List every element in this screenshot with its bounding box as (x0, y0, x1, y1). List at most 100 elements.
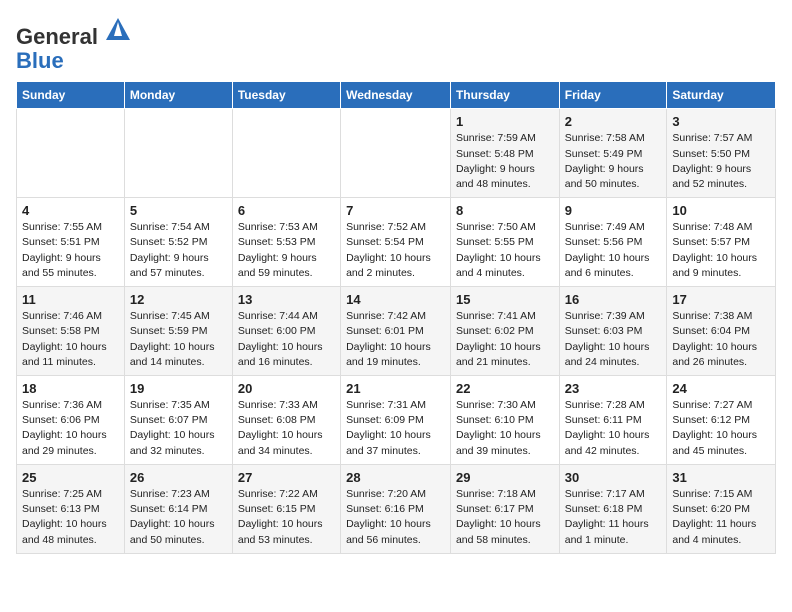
day-number: 7 (346, 203, 445, 218)
calendar-cell: 18 Sunrise: 7:36 AM Sunset: 6:06 PM Dayli… (17, 376, 125, 465)
calendar-cell: 17 Sunrise: 7:38 AM Sunset: 6:04 PM Dayli… (667, 287, 776, 376)
day-number: 20 (238, 381, 335, 396)
day-number: 10 (672, 203, 770, 218)
calendar-cell: 28 Sunrise: 7:20 AM Sunset: 6:16 PM Dayli… (341, 464, 451, 553)
calendar-week-row: 11 Sunrise: 7:46 AM Sunset: 5:58 PM Dayli… (17, 287, 776, 376)
calendar-table: SundayMondayTuesdayWednesdayThursdayFrid… (16, 81, 776, 553)
calendar-cell: 13 Sunrise: 7:44 AM Sunset: 6:00 PM Dayli… (232, 287, 340, 376)
calendar-cell: 24 Sunrise: 7:27 AM Sunset: 6:12 PM Dayli… (667, 376, 776, 465)
calendar-cell: 14 Sunrise: 7:42 AM Sunset: 6:01 PM Dayli… (341, 287, 451, 376)
day-info: Sunrise: 7:28 AM Sunset: 6:11 PM Dayligh… (565, 398, 662, 459)
weekday-header-monday: Monday (124, 82, 232, 109)
day-number: 22 (456, 381, 554, 396)
page-header: General Blue (16, 16, 776, 73)
day-number: 18 (22, 381, 119, 396)
calendar-cell: 31 Sunrise: 7:15 AM Sunset: 6:20 PM Dayli… (667, 464, 776, 553)
calendar-week-row: 25Sunrise: 7:25 AM Sunset: 6:13 PM Dayli… (17, 464, 776, 553)
weekday-header-friday: Friday (559, 82, 667, 109)
calendar-cell (124, 109, 232, 198)
calendar-cell: 2 Sunrise: 7:58 AM Sunset: 5:49 PM Daylig… (559, 109, 667, 198)
day-info: Sunrise: 7:48 AM Sunset: 5:57 PM Dayligh… (672, 220, 770, 281)
day-number: 23 (565, 381, 662, 396)
weekday-header-sunday: Sunday (17, 82, 125, 109)
day-info: Sunrise: 7:33 AM Sunset: 6:08 PM Dayligh… (238, 398, 335, 459)
calendar-cell (341, 109, 451, 198)
day-info: Sunrise: 7:42 AM Sunset: 6:01 PM Dayligh… (346, 309, 445, 370)
calendar-cell: 3 Sunrise: 7:57 AM Sunset: 5:50 PM Daylig… (667, 109, 776, 198)
calendar-cell: 16 Sunrise: 7:39 AM Sunset: 6:03 PM Dayli… (559, 287, 667, 376)
day-info: Sunrise: 7:20 AM Sunset: 6:16 PM Dayligh… (346, 487, 445, 548)
weekday-header-wednesday: Wednesday (341, 82, 451, 109)
day-number: 28 (346, 470, 445, 485)
day-number: 9 (565, 203, 662, 218)
calendar-cell: 4Sunrise: 7:55 AM Sunset: 5:51 PM Daylig… (17, 198, 125, 287)
weekday-header-saturday: Saturday (667, 82, 776, 109)
calendar-cell: 8 Sunrise: 7:50 AM Sunset: 5:55 PM Daylig… (450, 198, 559, 287)
calendar-cell: 12 Sunrise: 7:45 AM Sunset: 5:59 PM Dayli… (124, 287, 232, 376)
calendar-week-row: 4Sunrise: 7:55 AM Sunset: 5:51 PM Daylig… (17, 198, 776, 287)
day-info: Sunrise: 7:31 AM Sunset: 6:09 PM Dayligh… (346, 398, 445, 459)
day-info: Sunrise: 7:18 AM Sunset: 6:17 PM Dayligh… (456, 487, 554, 548)
day-info: Sunrise: 7:58 AM Sunset: 5:49 PM Dayligh… (565, 131, 662, 192)
calendar-cell: 19Sunrise: 7:35 AM Sunset: 6:07 PM Dayli… (124, 376, 232, 465)
day-info: Sunrise: 7:41 AM Sunset: 6:02 PM Dayligh… (456, 309, 554, 370)
logo: General Blue (16, 16, 132, 73)
calendar-cell: 15 Sunrise: 7:41 AM Sunset: 6:02 PM Dayli… (450, 287, 559, 376)
day-info: Sunrise: 7:23 AM Sunset: 6:14 PM Dayligh… (130, 487, 227, 548)
calendar-week-row: 18 Sunrise: 7:36 AM Sunset: 6:06 PM Dayli… (17, 376, 776, 465)
day-info: Sunrise: 7:36 AM Sunset: 6:06 PM Dayligh… (22, 398, 119, 459)
day-number: 13 (238, 292, 335, 307)
day-info: Sunrise: 7:39 AM Sunset: 6:03 PM Dayligh… (565, 309, 662, 370)
day-info: Sunrise: 7:30 AM Sunset: 6:10 PM Dayligh… (456, 398, 554, 459)
calendar-cell: 25Sunrise: 7:25 AM Sunset: 6:13 PM Dayli… (17, 464, 125, 553)
day-info: Sunrise: 7:38 AM Sunset: 6:04 PM Dayligh… (672, 309, 770, 370)
day-number: 19 (130, 381, 227, 396)
day-number: 15 (456, 292, 554, 307)
day-number: 8 (456, 203, 554, 218)
calendar-cell: 20 Sunrise: 7:33 AM Sunset: 6:08 PM Dayli… (232, 376, 340, 465)
day-info: Sunrise: 7:27 AM Sunset: 6:12 PM Dayligh… (672, 398, 770, 459)
calendar-cell: 27Sunrise: 7:22 AM Sunset: 6:15 PM Dayli… (232, 464, 340, 553)
day-number: 31 (672, 470, 770, 485)
day-number: 2 (565, 114, 662, 129)
day-number: 3 (672, 114, 770, 129)
weekday-header-thursday: Thursday (450, 82, 559, 109)
day-number: 16 (565, 292, 662, 307)
calendar-cell (232, 109, 340, 198)
calendar-cell: 11 Sunrise: 7:46 AM Sunset: 5:58 PM Dayli… (17, 287, 125, 376)
day-number: 27 (238, 470, 335, 485)
day-info: Sunrise: 7:44 AM Sunset: 6:00 PM Dayligh… (238, 309, 335, 370)
day-number: 24 (672, 381, 770, 396)
calendar-cell: 29Sunrise: 7:18 AM Sunset: 6:17 PM Dayli… (450, 464, 559, 553)
logo-blue: Blue (16, 48, 64, 73)
day-info: Sunrise: 7:25 AM Sunset: 6:13 PM Dayligh… (22, 487, 119, 548)
day-number: 11 (22, 292, 119, 307)
calendar-cell: 5Sunrise: 7:54 AM Sunset: 5:52 PM Daylig… (124, 198, 232, 287)
logo-general: General (16, 24, 98, 49)
day-number: 26 (130, 470, 227, 485)
calendar-cell: 21 Sunrise: 7:31 AM Sunset: 6:09 PM Dayli… (341, 376, 451, 465)
calendar-cell: 23 Sunrise: 7:28 AM Sunset: 6:11 PM Dayli… (559, 376, 667, 465)
day-number: 17 (672, 292, 770, 307)
calendar-cell: 22 Sunrise: 7:30 AM Sunset: 6:10 PM Dayli… (450, 376, 559, 465)
day-info: Sunrise: 7:59 AM Sunset: 5:48 PM Dayligh… (456, 131, 554, 192)
day-info: Sunrise: 7:53 AM Sunset: 5:53 PM Dayligh… (238, 220, 335, 281)
day-info: Sunrise: 7:15 AM Sunset: 6:20 PM Dayligh… (672, 487, 770, 548)
calendar-cell: 10 Sunrise: 7:48 AM Sunset: 5:57 PM Dayli… (667, 198, 776, 287)
day-number: 21 (346, 381, 445, 396)
day-number: 1 (456, 114, 554, 129)
day-info: Sunrise: 7:50 AM Sunset: 5:55 PM Dayligh… (456, 220, 554, 281)
day-number: 12 (130, 292, 227, 307)
day-info: Sunrise: 7:46 AM Sunset: 5:58 PM Dayligh… (22, 309, 119, 370)
weekday-header-tuesday: Tuesday (232, 82, 340, 109)
day-info: Sunrise: 7:57 AM Sunset: 5:50 PM Dayligh… (672, 131, 770, 192)
calendar-week-row: 1 Sunrise: 7:59 AM Sunset: 5:48 PM Daylig… (17, 109, 776, 198)
day-info: Sunrise: 7:17 AM Sunset: 6:18 PM Dayligh… (565, 487, 662, 548)
logo-icon (104, 16, 132, 44)
day-info: Sunrise: 7:55 AM Sunset: 5:51 PM Dayligh… (22, 220, 119, 281)
day-info: Sunrise: 7:52 AM Sunset: 5:54 PM Dayligh… (346, 220, 445, 281)
weekday-header-row: SundayMondayTuesdayWednesdayThursdayFrid… (17, 82, 776, 109)
calendar-cell (17, 109, 125, 198)
day-info: Sunrise: 7:45 AM Sunset: 5:59 PM Dayligh… (130, 309, 227, 370)
day-number: 14 (346, 292, 445, 307)
